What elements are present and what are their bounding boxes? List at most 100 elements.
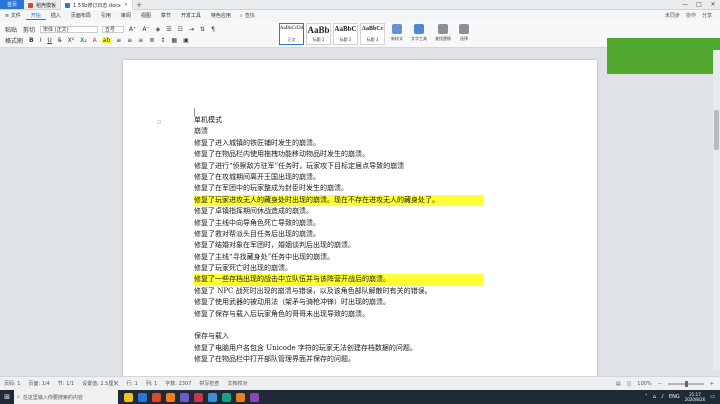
document-line[interactable]: 修复了在物品栏内使用拖拽功能移动物品时发生的崩溃。 <box>194 149 514 160</box>
zoom-slider-knob[interactable] <box>684 380 688 387</box>
taskbar-app-icon[interactable] <box>138 392 147 402</box>
taskbar-app-icon[interactable] <box>250 392 259 402</box>
close-window-button[interactable]: ✕ <box>706 0 720 9</box>
document-line[interactable]: 修复了进入城镇的铁匠铺时发生的崩溃。 <box>194 138 514 149</box>
find-replace-button[interactable]: 查找替换 <box>435 24 451 42</box>
menu-file[interactable]: ≡ 文件 <box>0 12 26 19</box>
document-line[interactable]: 修复了使用武器的被动用法（架矛与骑枪冲锋）时出现的崩溃。 <box>194 297 514 308</box>
menu-special-apps[interactable]: 特色应用 <box>206 12 236 19</box>
align-center-icon[interactable]: ≡ <box>126 37 133 44</box>
new-tab-button[interactable]: + <box>133 0 145 9</box>
grow-font-icon[interactable]: A⁺ <box>128 26 137 33</box>
vertical-scrollbar[interactable] <box>713 50 720 370</box>
subscript-icon[interactable]: X₂ <box>79 37 88 44</box>
document-line[interactable]: 修复了进行“侦察敌方驻军”任务时，玩家攻下目标定居点导致的崩溃 <box>194 161 514 172</box>
taskbar-app-icon[interactable] <box>166 392 175 402</box>
volume-icon[interactable]: ♪ <box>661 394 664 400</box>
highlight-icon[interactable]: ab <box>101 37 112 44</box>
scroll-thumb[interactable] <box>714 110 719 150</box>
status-pages[interactable]: 页面: 1/4 <box>28 380 49 387</box>
align-left-icon[interactable]: ≡ <box>115 37 122 44</box>
document-line[interactable]: 修复了主线中向导角色死亡导致的崩溃。 <box>194 218 514 229</box>
style-heading-2[interactable]: AaBbC 标题 2 <box>333 23 358 45</box>
status-word-count[interactable]: 字数: 2307 <box>165 380 191 387</box>
document-line[interactable]: 修复了在物品栏中打开部队管理界面并保存的问题。 <box>194 354 514 365</box>
document-line[interactable]: 修复了电脑用户名包含 Unicode 字符的玩家无法创建存档数据的问题。 <box>194 343 514 354</box>
input-language[interactable]: ENG <box>669 394 680 400</box>
menu-insert[interactable]: 插入 <box>46 12 66 19</box>
document-line[interactable]: 修复了结婚对象在军团时，婚姻谈判后出现的崩溃。 <box>194 240 514 251</box>
style-heading-3[interactable]: AaBbCc 标题 3 <box>360 23 385 45</box>
borders-icon[interactable]: ▣ <box>182 37 190 44</box>
status-page-number[interactable]: 页码: 1 <box>4 380 20 387</box>
tab-docer[interactable]: 稻壳模板 <box>24 0 62 10</box>
tray-chevron-icon[interactable]: ˄ <box>645 394 648 400</box>
underline-button[interactable]: U <box>46 37 52 44</box>
taskbar-app-icon[interactable] <box>180 392 189 402</box>
zoom-in-icon[interactable]: + <box>710 381 714 387</box>
justify-icon[interactable]: ≣ <box>148 37 155 44</box>
bold-button[interactable]: B <box>28 37 35 44</box>
bullet-list-icon[interactable]: ☰ <box>165 26 172 33</box>
menu-start[interactable]: 开始 <box>25 12 46 20</box>
document-line[interactable]: 修复了保存与载入后玩家角色的哥哥未出现导致的崩溃。 <box>194 309 514 320</box>
align-right-icon[interactable]: ≡ <box>137 37 144 44</box>
taskbar-clock[interactable]: 21:17 2020/8/26 <box>685 392 706 402</box>
taskbar-search[interactable]: ⌕ 在这里输入你要搜索的内容 <box>14 390 118 404</box>
document-line[interactable]: 单机模式 <box>194 115 514 126</box>
document-line[interactable]: 修复了卓镇指挥期间休战造成的崩溃。 <box>194 206 514 217</box>
menu-view[interactable]: 视图 <box>136 12 156 19</box>
document-line[interactable]: 修复了玩家进攻无人的藏身处时出现的崩溃。现在不存在进攻无人的藏身处了。 <box>194 194 484 207</box>
select-button[interactable]: 选择 <box>459 24 469 42</box>
shading-icon[interactable]: ▦ <box>170 37 178 44</box>
shrink-font-icon[interactable]: A⁻ <box>141 26 150 33</box>
document-line[interactable]: 修复了主线“寻找藏身处”任务中出现的崩溃。 <box>194 252 514 263</box>
document-line[interactable]: 修复了一些存档出现的战击中立队伍并与该阵营开战后的崩溃。 <box>194 274 484 286</box>
document-line[interactable]: 修复了救对帮派头目任务后出现的崩溃。 <box>194 229 514 240</box>
sort-icon[interactable]: ⇅ <box>199 26 206 33</box>
indent-icon[interactable]: ⇥ <box>188 26 195 33</box>
view-mode-icon[interactable]: ▤ <box>616 381 621 387</box>
notification-icon[interactable]: ▭ <box>710 394 715 400</box>
document-line[interactable]: 保存与载入 <box>194 331 514 342</box>
strikethrough-icon[interactable]: S̶ <box>57 37 63 44</box>
cut-button[interactable]: 剪切 <box>22 25 36 34</box>
taskbar-app-icon[interactable] <box>222 392 231 402</box>
paste-button[interactable]: 粘贴 <box>4 25 18 34</box>
document-line[interactable]: 修复了 NPC 战死时出现的崩溃与错误，以及该角色部队解散时有关的错误。 <box>194 286 514 297</box>
menu-review[interactable]: 审阅 <box>116 12 136 19</box>
font-name-select[interactable]: 宋体 (正文) <box>40 26 99 33</box>
line-spacing-icon[interactable]: ↕ <box>159 37 166 44</box>
document-line[interactable]: 修复了在军团中的玩家整成为封臣时发生的崩溃。 <box>194 183 514 194</box>
taskbar-app-icon[interactable] <box>152 392 161 402</box>
sync-status[interactable]: 未同步 <box>665 12 680 19</box>
menu-section[interactable]: 章节 <box>156 12 176 19</box>
new-style-button[interactable]: 新样式 <box>391 24 403 42</box>
network-icon[interactable]: ⌂ <box>653 394 656 400</box>
document-line[interactable]: 修复了在攻城期间离开王国出现的崩溃。 <box>194 172 514 183</box>
style-heading-1[interactable]: AaBb 标题 1 <box>306 23 331 45</box>
tab-home[interactable]: 首页 <box>0 0 24 9</box>
font-size-select[interactable]: 五号 <box>102 26 125 33</box>
close-tab-icon[interactable]: ✕ <box>124 2 128 8</box>
status-proofread[interactable]: 文档校对 <box>227 380 247 387</box>
web-view-icon[interactable]: ◫ <box>627 381 632 387</box>
menu-page-layout[interactable]: 页面布局 <box>66 12 96 19</box>
style-normal[interactable]: AaBbCcDd 正文 <box>279 23 304 45</box>
menu-references[interactable]: 引用 <box>96 12 116 19</box>
document-line[interactable]: 崩溃 <box>194 126 514 137</box>
document-line[interactable] <box>194 320 514 331</box>
text-tools-button[interactable]: 文字工具 <box>411 24 427 42</box>
zoom-slider[interactable] <box>667 380 704 387</box>
superscript-icon[interactable]: X² <box>67 37 76 44</box>
tab-document[interactable]: 1.53b修订日志.docx ✕ <box>61 0 134 10</box>
paragraph-handle-icon[interactable]: ⊡ <box>157 120 161 126</box>
menu-search[interactable]: ⌕ 查找 <box>240 12 255 20</box>
status-spell-check[interactable]: 拼写检查 <box>199 380 219 387</box>
maximize-button[interactable]: □ <box>692 0 706 9</box>
document-body[interactable]: 单机模式 崩溃 修复了进入城镇的铁匠铺时发生的崩溃。 修复了在物品栏内使用拖拽功能移动… <box>194 115 514 366</box>
format-painter-button[interactable]: 格式刷 <box>4 36 24 45</box>
clear-format-icon[interactable]: ◈ <box>155 26 162 33</box>
start-button[interactable]: ⊞ <box>0 390 14 404</box>
taskbar-app-icon[interactable] <box>194 392 203 402</box>
